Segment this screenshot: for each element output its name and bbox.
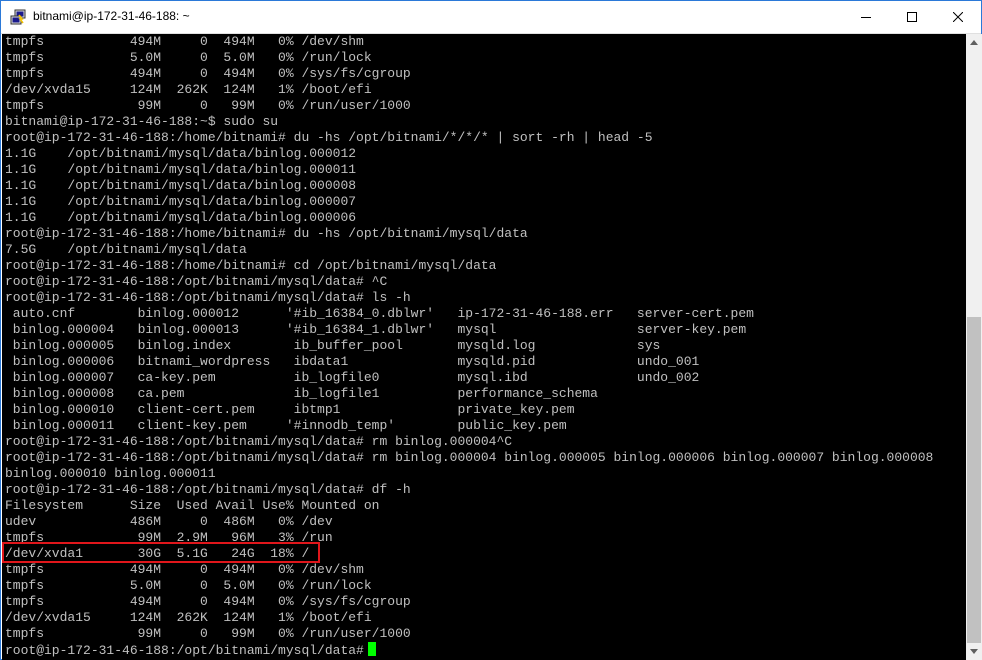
terminal-line: root@ip-172-31-46-188:/opt/bitnami/mysql… <box>5 274 388 289</box>
scroll-up-button[interactable] <box>966 34 982 51</box>
minimize-button[interactable] <box>843 1 889 33</box>
terminal-line: 1.1G /opt/bitnami/mysql/data/binlog.0000… <box>5 162 357 177</box>
terminal-line: root@ip-172-31-46-188:/opt/bitnami/mysql… <box>5 290 411 305</box>
terminal-line: binlog.000005 binlog.index ib_buffer_poo… <box>5 338 661 353</box>
terminal-line: tmpfs 494M 0 494M 0% /dev/shm <box>5 562 364 577</box>
putty-window: bitnami@ip-172-31-46-188: ~ tmpfs 494M 0… <box>0 0 982 660</box>
maximize-icon <box>907 12 917 22</box>
terminal-line: root@ip-172-31-46-188:/opt/bitnami/mysql… <box>5 482 411 497</box>
close-icon <box>953 12 963 22</box>
terminal-output: tmpfs 494M 0 494M 0% /dev/shm tmpfs 5.0M … <box>5 34 933 658</box>
terminal-line: binlog.000007 ca-key.pem ib_logfile0 mys… <box>5 370 700 385</box>
terminal-line: 1.1G /opt/bitnami/mysql/data/binlog.0000… <box>5 210 357 225</box>
terminal-prompt: root@ip-172-31-46-188:/opt/bitnami/mysql… <box>5 643 364 658</box>
terminal-line: tmpfs 99M 0 99M 0% /run/user/1000 <box>5 626 411 641</box>
terminal-line: tmpfs 494M 0 494M 0% /sys/fs/cgroup <box>5 594 411 609</box>
terminal-line: 7.5G /opt/bitnami/mysql/data <box>5 242 247 257</box>
terminal-line: root@ip-172-31-46-188:/home/bitnami# cd … <box>5 258 497 273</box>
terminal-line: /dev/xvda15 124M 262K 124M 1% /boot/efi <box>5 610 372 625</box>
putty-icon[interactable] <box>10 9 26 25</box>
terminal-line: binlog.000004 binlog.000013 '#ib_16384_1… <box>5 322 747 337</box>
scrollbar-thumb[interactable] <box>967 317 981 643</box>
window-title: bitnami@ip-172-31-46-188: ~ <box>33 9 190 23</box>
maximize-button[interactable] <box>889 1 935 33</box>
close-button[interactable] <box>935 1 981 33</box>
terminal-line: udev 486M 0 486M 0% /dev <box>5 514 333 529</box>
terminal-line: binlog.000011 client-key.pem '#innodb_te… <box>5 418 567 433</box>
terminal-line: Filesystem Size Used Avail Use% Mounted … <box>5 498 380 513</box>
terminal-line: 1.1G /opt/bitnami/mysql/data/binlog.0000… <box>5 194 357 209</box>
highlight-box <box>2 542 320 563</box>
terminal-line: tmpfs 494M 0 494M 0% /sys/fs/cgroup <box>5 66 411 81</box>
terminal-line: tmpfs 99M 0 99M 0% /run/user/1000 <box>5 98 411 113</box>
terminal-line: binlog.000010 binlog.000011 <box>5 466 216 481</box>
terminal-line: tmpfs 494M 0 494M 0% /dev/shm <box>5 34 364 49</box>
terminal-screen[interactable]: tmpfs 494M 0 494M 0% /dev/shm tmpfs 5.0M … <box>2 34 966 660</box>
terminal-line: root@ip-172-31-46-188:/home/bitnami# du … <box>5 130 653 145</box>
terminal-line: tmpfs 5.0M 0 5.0M 0% /run/lock <box>5 578 372 593</box>
terminal-line: 1.1G /opt/bitnami/mysql/data/binlog.0000… <box>5 146 357 161</box>
terminal-line: root@ip-172-31-46-188:/opt/bitnami/mysql… <box>5 450 934 465</box>
vertical-scrollbar[interactable] <box>966 34 982 660</box>
terminal-line: /dev/xvda15 124M 262K 124M 1% /boot/efi <box>5 82 372 97</box>
terminal-line: binlog.000006 bitnami_wordpress ibdata1 … <box>5 354 700 369</box>
terminal-line: root@ip-172-31-46-188:/home/bitnami# du … <box>5 226 528 241</box>
minimize-icon <box>861 17 871 18</box>
chevron-down-icon <box>970 649 978 654</box>
title-bar[interactable]: bitnami@ip-172-31-46-188: ~ <box>1 1 981 34</box>
terminal-line: auto.cnf binlog.000012 '#ib_16384_0.dblw… <box>5 306 754 321</box>
terminal-line: 1.1G /opt/bitnami/mysql/data/binlog.0000… <box>5 178 357 193</box>
terminal-line: binlog.000010 client-cert.pem ibtmp1 pri… <box>5 402 575 417</box>
terminal-line: tmpfs 5.0M 0 5.0M 0% /run/lock <box>5 50 372 65</box>
terminal-line: binlog.000008 ca.pem ib_logfile1 perform… <box>5 386 598 401</box>
terminal-line: bitnami@ip-172-31-46-188:~$ sudo su <box>5 114 279 129</box>
chevron-up-icon <box>970 40 978 45</box>
terminal-prompt-line: root@ip-172-31-46-188:/opt/bitnami/mysql… <box>5 642 933 658</box>
terminal-line: root@ip-172-31-46-188:/opt/bitnami/mysql… <box>5 434 513 449</box>
terminal-cursor <box>367 642 376 656</box>
scroll-down-button[interactable] <box>966 643 982 660</box>
